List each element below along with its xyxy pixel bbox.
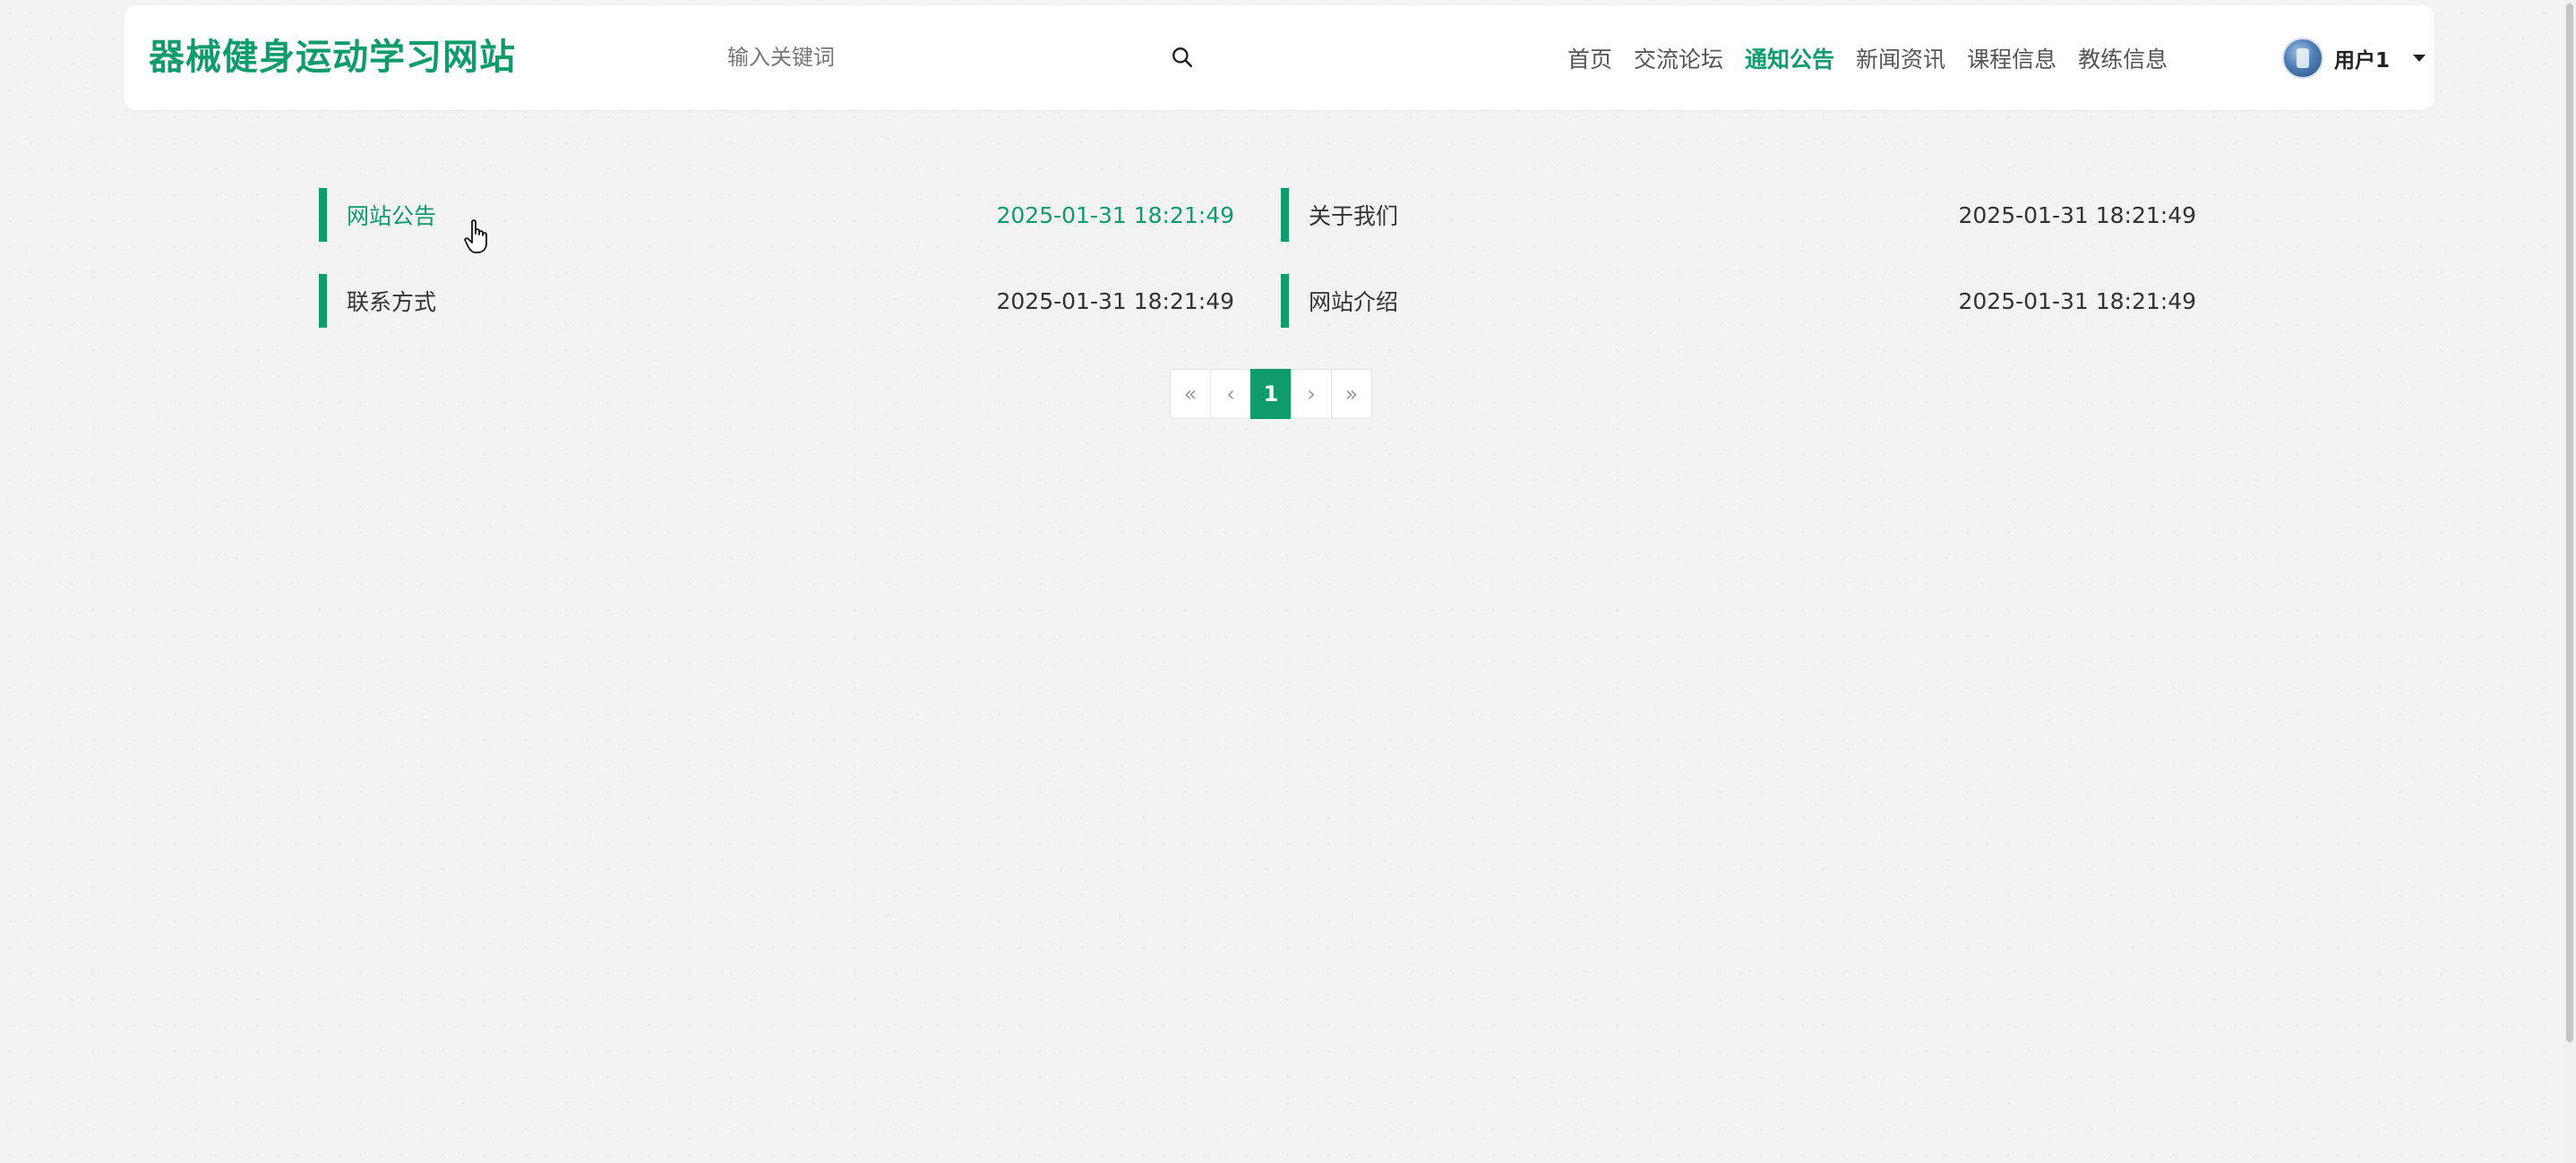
notice-date: 2025-01-31 18:21:49 [1958, 287, 2196, 314]
notice-item[interactable]: 联系方式 2025-01-31 18:21:49 [319, 274, 1234, 328]
notice-item[interactable]: 关于我们 2025-01-31 18:21:49 [1281, 188, 2196, 242]
page-number-button[interactable]: 1 [1250, 369, 1292, 419]
search-bar [722, 32, 1206, 82]
notice-date: 2025-01-31 18:21:49 [996, 201, 1234, 228]
prev-page-button[interactable]: ‹ [1210, 369, 1251, 419]
pagination: « ‹ 1 › » [1170, 369, 1372, 419]
notice-title[interactable]: 网站介绍 [1309, 285, 1398, 317]
notice-title[interactable]: 网站公告 [347, 199, 436, 231]
nav-item-home[interactable]: 首页 [1567, 42, 1612, 74]
search-button[interactable] [1163, 38, 1202, 77]
hand-pointer-icon [464, 219, 487, 253]
notice-item[interactable]: 网站介绍 2025-01-31 18:21:49 [1281, 274, 2196, 328]
avatar[interactable] [2282, 37, 2323, 79]
first-page-button[interactable]: « [1170, 369, 1211, 419]
user-menu[interactable]: 用户1 [2282, 5, 2426, 110]
user-name[interactable]: 用户1 [2334, 43, 2390, 73]
notice-item[interactable]: 网站公告 2025-01-31 18:21:49 [319, 188, 1234, 242]
next-page-button[interactable]: › [1291, 369, 1332, 419]
scrollbar-thumb[interactable] [2566, 4, 2573, 1042]
notice-date: 2025-01-31 18:21:49 [996, 287, 1234, 314]
nav-item-forum[interactable]: 交流论坛 [1634, 42, 1723, 74]
nav-item-coaches[interactable]: 教练信息 [2078, 42, 2168, 74]
nav-item-notices[interactable]: 通知公告 [1745, 42, 1834, 74]
main-nav: 首页 交流论坛 通知公告 新闻资讯 课程信息 教练信息 [1567, 5, 2168, 110]
last-page-button[interactable]: » [1331, 369, 1372, 419]
nav-item-courses[interactable]: 课程信息 [1967, 42, 2057, 74]
vertical-scrollbar[interactable] [2563, 0, 2576, 1163]
nav-item-news[interactable]: 新闻资讯 [1856, 42, 1945, 74]
notice-title[interactable]: 关于我们 [1309, 199, 1398, 231]
notice-title[interactable]: 联系方式 [347, 285, 436, 317]
search-icon [1172, 47, 1193, 68]
notice-date: 2025-01-31 18:21:49 [1958, 201, 2196, 228]
site-header: 器械健身运动学习网站 首页 交流论坛 通知公告 新闻资讯 课程信息 教练信息 用… [124, 5, 2434, 110]
caret-down-icon[interactable] [2413, 54, 2426, 62]
search-input[interactable] [722, 32, 1152, 82]
site-logo[interactable]: 器械健身运动学习网站 [149, 5, 516, 110]
